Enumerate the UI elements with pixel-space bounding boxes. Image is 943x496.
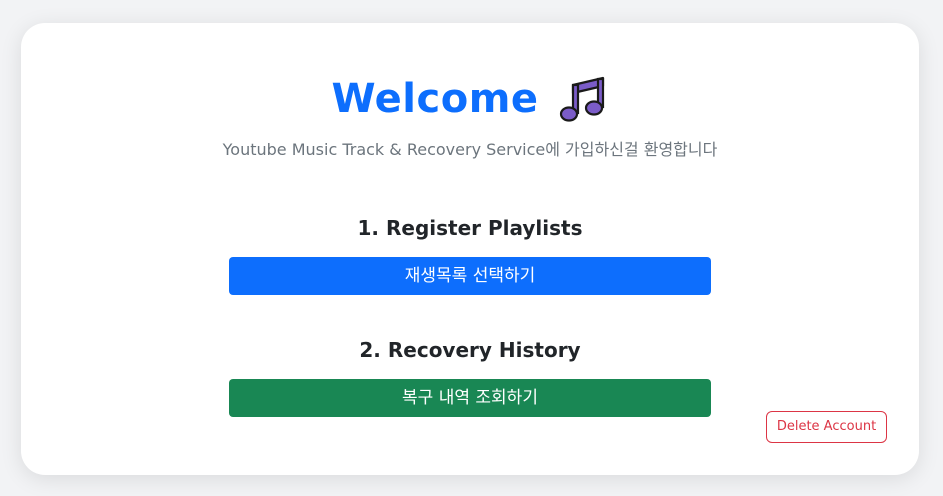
recovery-history-heading: 2. Recovery History (359, 338, 581, 362)
title-row: Welcome (21, 71, 919, 127)
delete-account-button[interactable]: Delete Account (766, 411, 887, 443)
select-playlists-button[interactable]: 재생목록 선택하기 (229, 257, 711, 295)
page-title: Welcome (331, 76, 539, 122)
music-note-icon (557, 73, 609, 125)
welcome-card: Welcome Youtube Music Track & Recovery S… (21, 23, 919, 475)
view-recovery-history-button[interactable]: 복구 내역 조회하기 (229, 379, 711, 417)
register-playlists-heading: 1. Register Playlists (357, 216, 583, 240)
welcome-subtitle: Youtube Music Track & Recovery Service에 … (222, 140, 718, 159)
